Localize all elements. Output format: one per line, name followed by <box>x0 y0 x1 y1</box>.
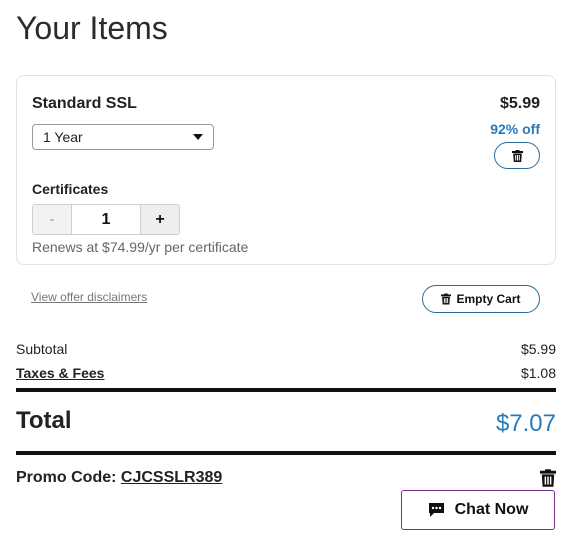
empty-cart-button[interactable]: Empty Cart <box>422 285 540 313</box>
product-name: Standard SSL <box>32 95 137 112</box>
item-price: $5.99 <box>499 95 540 112</box>
cart-item-card: Standard SSL $5.99 92% off 1 Year Certif… <box>16 75 556 265</box>
chevron-down-icon <box>193 134 203 140</box>
subtotal-value: $5.99 <box>520 341 556 357</box>
trash-icon <box>511 149 523 162</box>
total-value: $7.07 <box>495 410 556 437</box>
term-select-value: 1 Year <box>43 129 83 145</box>
discount-badge: 92% off <box>490 121 540 137</box>
divider <box>16 451 556 455</box>
promo-code-label: Promo Code: <box>16 469 117 486</box>
trash-icon <box>441 293 452 305</box>
trash-icon[interactable] <box>540 469 556 487</box>
quantity-increase-button[interactable]: + <box>140 205 179 234</box>
taxes-fees-link[interactable]: Taxes & Fees <box>16 365 104 381</box>
promo-code-value[interactable]: CJCSSLR389 <box>121 469 222 486</box>
total-label: Total <box>16 407 72 434</box>
quantity-input[interactable]: 1 <box>72 205 140 234</box>
remove-item-button[interactable] <box>494 142 540 169</box>
chat-bubble-icon <box>428 503 444 517</box>
page-title: Your Items <box>16 10 168 46</box>
certificates-label: Certificates <box>32 181 109 197</box>
empty-cart-label: Empty Cart <box>456 292 521 306</box>
promo-code-row: Promo Code: CJCSSLR389 <box>16 469 222 487</box>
chat-now-label: Chat Now <box>454 501 529 518</box>
taxes-fees-value: $1.08 <box>520 365 556 381</box>
divider <box>16 388 556 392</box>
offer-disclaimers-link[interactable]: View offer disclaimers <box>31 290 147 304</box>
quantity-stepper: - 1 + <box>32 204 180 235</box>
quantity-decrease-button[interactable]: - <box>33 205 72 234</box>
chat-now-button[interactable]: Chat Now <box>401 490 555 530</box>
subtotal-label: Subtotal <box>16 341 68 357</box>
term-select[interactable]: 1 Year <box>32 124 214 150</box>
renewal-note: Renews at $74.99/yr per certificate <box>32 239 249 255</box>
